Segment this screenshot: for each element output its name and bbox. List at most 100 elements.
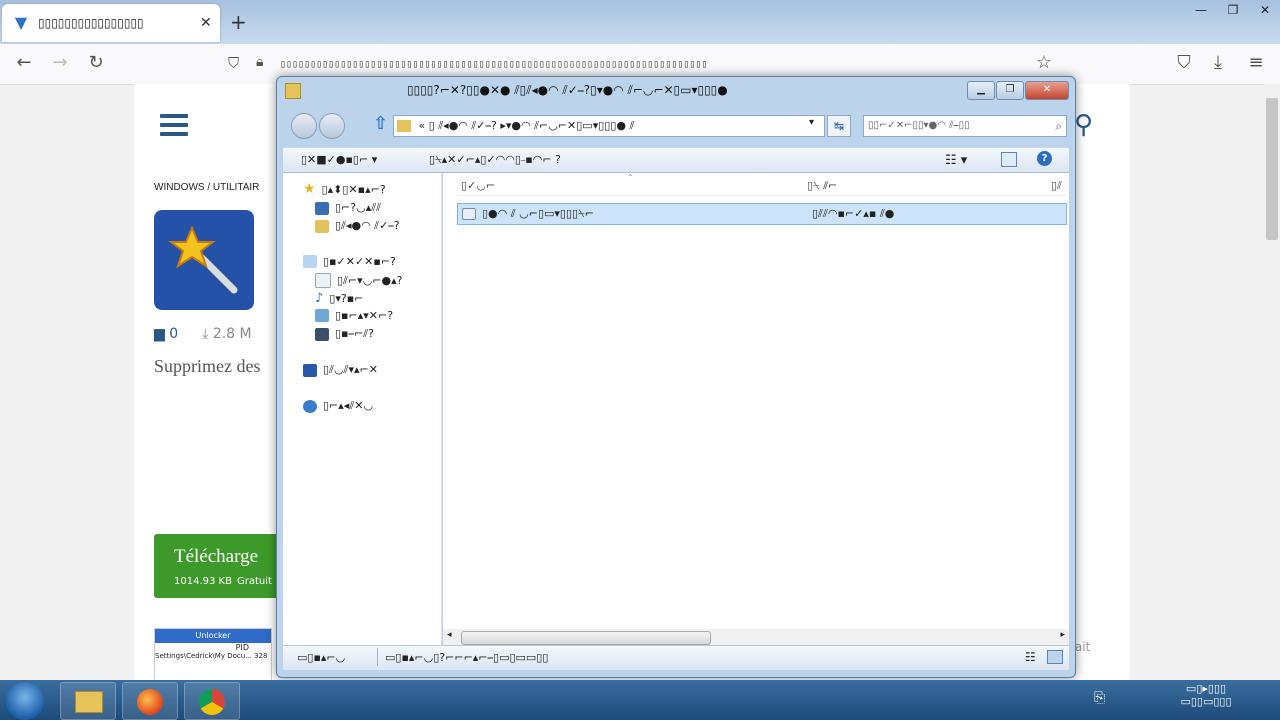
nav-fav-item-label: ▯⌐?◡▴⫽⫽	[335, 201, 382, 214]
scroll-left-icon[interactable]: ◂	[447, 630, 452, 640]
view-options-icon[interactable]: ☷ ▾	[945, 153, 967, 168]
explorer-folder-icon	[75, 691, 103, 713]
refresh-icon[interactable]: ↹	[827, 115, 851, 137]
column-name[interactable]: ▯✓◡⌐	[461, 179, 495, 192]
column-date[interactable]: ▯⍀ ⫽⌐	[807, 179, 837, 193]
forward-arrow-icon[interactable]: →	[48, 52, 72, 73]
thumb-value: 328	[254, 652, 268, 660]
file-row[interactable]: ▯●◠ ⫽ ◡⌐▯▭▾▯▯▯⍀⌐ ▯⫽⫽◠▪⌐✓▴▪ ⫽●	[457, 203, 1067, 225]
download-icon: ⤓	[202, 326, 209, 342]
column-type[interactable]: ▯⫽	[1051, 179, 1062, 193]
breadcrumb[interactable]: WINDOWS / UTILITAIR	[154, 182, 259, 193]
reload-icon[interactable]: ↻	[84, 52, 108, 73]
nav-network[interactable]: ▯⌐▴◂⫽✕◡	[303, 399, 373, 413]
preview-pane-icon[interactable]	[1001, 152, 1017, 167]
new-tab-button[interactable]: +	[230, 10, 247, 34]
bookmark-star-icon[interactable]: ☆	[1032, 52, 1056, 73]
computer-icon	[303, 363, 317, 377]
address-dropdown-icon[interactable]: ▾	[809, 117, 814, 128]
details-view-icon[interactable]: ☷	[1025, 650, 1036, 664]
browser-tab[interactable]: ▼ ▯▯▯▯▯▯▯▯▯▯▯▯▯▯▯▯ ✕	[2, 4, 220, 42]
search-placeholder: ▯▯⌐✓✕⌐▯▯▾●◠ ⫽⎯▯▯	[868, 120, 970, 131]
comments-stat[interactable]: ▆ 0	[154, 326, 178, 342]
tab-close-icon[interactable]: ✕	[200, 15, 212, 31]
burn-button[interactable]: ▯⍀▴✕✓⌐▴▯✓◠◠▯⎯▪◠⌐ ?	[429, 153, 561, 167]
nav-lib-videos[interactable]: ▯▪⎯⌐⫽?	[315, 327, 374, 341]
column-headers: ▯✓◡⌐ ⌃ ▯⍀ ⫽⌐ ▯⫽	[457, 173, 1067, 196]
nav-lib-music[interactable]: ♪ ▯▾?▪⌐	[315, 291, 363, 306]
address-text: « ▯ ⫽◂●◠ ⫽✓⎯? ▸▾●◠ ⫽⌐◡⌐✕▯▭▾▯▯▯● ⫽	[418, 119, 635, 132]
minimize-button[interactable]: —	[1186, 0, 1216, 20]
explorer-minimize-button[interactable]: ▁	[967, 81, 995, 100]
nav-libraries[interactable]: ▯▪✓✕✓✕▪⌐?	[303, 255, 396, 268]
tray-date: ▭▯▯▭▯▯▯	[1180, 695, 1232, 708]
icons-view-icon[interactable]	[1047, 650, 1063, 664]
screenshot-thumbnail[interactable]: Unlocker PID Settings\Cedrick\My Docu...…	[154, 628, 272, 682]
shield-icon[interactable]: ⛉	[228, 54, 239, 72]
taskbar-explorer-button[interactable]	[60, 682, 116, 720]
chrome-icon	[199, 689, 225, 715]
search-icon: ⌕	[1055, 119, 1062, 133]
search-input[interactable]: ▯▯⌐✓✕⌐▯▯▾●◠ ⫽⎯▯▯ ⌕	[863, 115, 1067, 137]
nav-computer[interactable]: ▯⫽◡⫽▾▴⌐✕	[303, 363, 378, 377]
explorer-maximize-button[interactable]: ❐	[996, 81, 1024, 100]
command-bar: ▯✕■✓●▪▯⌐ ▾ ▯⍀▴✕✓⌐▴▯✓◠◠▯⎯▪◠⌐ ? ☷ ▾ ?	[283, 147, 1069, 173]
url-bar[interactable]: ⛉ 🔒︎ ▯▯▯▯▯▯▯▯▯▯▯▯▯▯▯▯▯▯▯▯▯▯▯▯▯▯▯▯▯▯▯▯▯▯▯…	[222, 50, 1062, 78]
close-button[interactable]: ✕	[1250, 0, 1280, 20]
explorer-close-button[interactable]: ✕	[1025, 81, 1069, 100]
back-arrow-icon[interactable]: ←	[12, 52, 36, 73]
address-bar[interactable]: « ▯ ⫽◂●◠ ⫽✓⎯? ▸▾●◠ ⫽⌐◡⌐✕▯▭▾▯▯▯● ⫽	[393, 115, 825, 137]
nav-lib-documents[interactable]: ▯⫽⌐▾◡⌐●▴?	[315, 273, 402, 288]
page-scrollbar-thumb[interactable]	[1266, 98, 1278, 240]
download-button[interactable]: Télécharge 1014.93 KB Gratuit	[154, 534, 284, 598]
system-tray-clock[interactable]: ▭▯▸▯▯▯ ▭▯▯▭▯▯▯	[1146, 682, 1266, 708]
taskbar: ⎘ ▭▯▸▯▯▯ ▭▯▯▭▯▯▯	[0, 680, 1280, 720]
sort-arrow-icon: ⌃	[627, 173, 634, 182]
nav-lib-pictures[interactable]: ▯▪⌐▴▾✕⌐?	[315, 309, 393, 322]
file-list: ▯✓◡⌐ ⌃ ▯⍀ ⫽⌐ ▯⫽ ▯●◠ ⫽ ◡⌐▯▭▾▯▯▯⍀⌐ ▯⫽⫽◠▪⌐✓…	[443, 173, 1069, 647]
explorer-back-button[interactable]	[291, 113, 317, 139]
nav-libraries-label: ▯▪✓✕✓✕▪⌐?	[323, 255, 396, 268]
taskbar-firefox-button[interactable]	[122, 682, 178, 720]
up-arrow-icon[interactable]: ⇧	[373, 113, 388, 134]
explorer-forward-button[interactable]	[319, 113, 345, 139]
status-left: ▭▯▪▴⌐◡	[297, 651, 346, 664]
nav-fav-item-downloads[interactable]: ▯⫽◂●◠ ⫽✓⎯?	[315, 219, 400, 233]
app-description: Supprimez des	[154, 356, 261, 376]
horizontal-scrollbar-thumb[interactable]	[461, 631, 711, 645]
pictures-icon	[315, 309, 329, 322]
taskbar-chrome-button[interactable]	[184, 682, 240, 720]
status-bar: ▭▯▪▴⌐◡ ▭▯▪▴⌐◡▯?⌐⌐⌐▴⌐⎯▯▭▯▭▭▯▯ ☷	[283, 645, 1069, 670]
nav-favorites[interactable]: ★ ▯▴⬍▯✕▪▴⌐?	[303, 181, 386, 197]
videos-icon	[315, 327, 329, 341]
file-name: ▯●◠ ⫽ ◡⌐▯▭▾▯▯▯⍀⌐	[482, 207, 594, 220]
thumb-title: Unlocker	[155, 629, 271, 643]
downloads-stat: ⤓ 2.8 M	[202, 326, 251, 342]
downloads-icon[interactable]: ⤓	[1206, 52, 1230, 73]
nav-computer-label: ▯⫽◡⫽▾▴⌐✕	[323, 363, 378, 376]
maximize-button[interactable]: ❐	[1218, 0, 1248, 20]
site-menu-icon[interactable]	[160, 114, 188, 141]
desktop-icon	[315, 201, 329, 215]
pocket-icon[interactable]: ⛉	[1172, 52, 1196, 73]
scroll-right-icon[interactable]: ▸	[1060, 630, 1065, 640]
star-icon: ★	[303, 181, 316, 197]
start-button[interactable]	[6, 682, 44, 720]
organize-button[interactable]: ▯✕■✓●▪▯⌐ ▾	[301, 153, 377, 166]
site-search-icon[interactable]: ⚲	[1074, 110, 1093, 140]
comment-icon: ▆	[154, 326, 165, 342]
downloads-count: 2.8 M	[212, 326, 252, 342]
menu-icon[interactable]: ≡	[1244, 52, 1268, 73]
app-icon	[154, 210, 254, 310]
firefox-icon	[137, 689, 163, 715]
navigation-pane: ★ ▯▴⬍▯✕▪▴⌐? ▯⌐?◡▴⫽⫽ ▯⫽◂●◠ ⫽✓⎯? ▯▪✓✕✓✕▪⌐?…	[283, 173, 442, 647]
download-label: Télécharge	[174, 546, 259, 567]
site-favicon-icon: ▼	[14, 13, 28, 32]
nav-fav-item-label: ▯⫽◂●◠ ⫽✓⎯?	[335, 219, 400, 232]
lock-icon[interactable]: 🔒︎	[256, 54, 263, 70]
nav-fav-item-desktop[interactable]: ▯⌐?◡▴⫽⫽	[315, 201, 381, 215]
nav-lib-label: ▯▪⎯⌐⫽?	[335, 327, 374, 340]
nav-favorites-label: ▯▴⬍▯✕▪▴⌐?	[321, 182, 386, 196]
network-tray-icon[interactable]: ⎘	[1094, 690, 1105, 706]
help-icon[interactable]: ?	[1037, 151, 1052, 166]
